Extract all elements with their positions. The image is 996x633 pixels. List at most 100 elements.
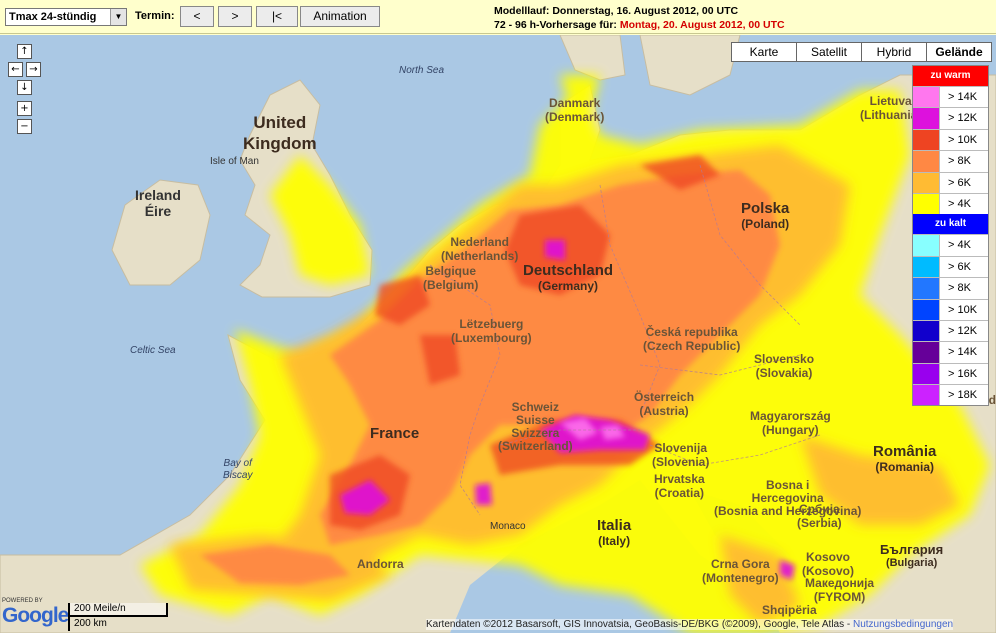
label-nederland: Nederland (Netherlands) xyxy=(441,235,518,263)
label-nederland-name: Nederland xyxy=(450,235,510,249)
label-magyarorszag: Magyarország (Hungary) xyxy=(750,409,831,437)
legend-warm-swatch xyxy=(913,108,940,129)
label-osterreich: Österreich (Austria) xyxy=(634,390,694,418)
legend-cold-label: > 10K xyxy=(948,303,978,316)
label-slovenija-name: Slovenija xyxy=(654,441,708,455)
label-makedonija: Македонија (FYROM) xyxy=(805,576,874,604)
pan-left-button[interactable]: ← xyxy=(8,62,23,77)
map-type-gelande[interactable]: Gelände xyxy=(926,42,992,62)
label-bay-of-biscay: Bay of Biscay xyxy=(223,458,252,482)
legend-warm-label: > 14K xyxy=(948,91,978,103)
pan-right-button[interactable]: → xyxy=(26,62,41,77)
map-type-karte[interactable]: Karte xyxy=(731,42,797,62)
label-nederland-sub: (Netherlands) xyxy=(441,249,519,263)
label-lietuva-name: Lietuva xyxy=(869,94,912,108)
previous-term-button[interactable]: < xyxy=(180,6,214,27)
label-belgique-sub: (Belgium) xyxy=(423,278,479,292)
label-hrvatska-name: Hrvatska xyxy=(654,472,705,486)
legend-warm-row: > 6K xyxy=(913,171,988,193)
label-hrvatska-sub: (Croatia) xyxy=(654,486,705,500)
label-ceska-name: Česká republika xyxy=(645,325,738,339)
legend-warm-label: > 8K xyxy=(948,155,971,168)
legend-cold-swatch xyxy=(913,320,940,342)
legend-cold-row: > 16K xyxy=(913,362,988,385)
label-bulgaria: България (Bulgaria) xyxy=(880,542,943,569)
google-wordmark: Google xyxy=(2,604,69,627)
legend-cold-swatch xyxy=(913,235,940,256)
legend-cold-label: > 16K xyxy=(948,367,978,380)
label-srbija-name: Србија xyxy=(798,502,840,516)
label-polska-sub: (Poland) xyxy=(741,217,790,231)
label-srbija: Србија (Serbia) xyxy=(797,502,842,530)
legend-warm-swatch xyxy=(913,151,940,172)
label-danmark-name: Danmark xyxy=(549,96,601,110)
label-crna-gora: Crna Gora (Montenegro) xyxy=(702,557,779,585)
label-polska-name: Polska xyxy=(741,200,790,217)
anomaly-legend: zu warm > 14K > 12K > 10K > 8K > 6K > 4K zu k… xyxy=(912,65,989,407)
legend-cold-swatch xyxy=(913,342,940,363)
label-slovensko-sub: (Slovakia) xyxy=(755,366,813,380)
pan-up-button[interactable]: ↑ xyxy=(17,44,32,59)
legend-warm-rows: > 14K > 12K > 10K > 8K > 6K > 4K xyxy=(913,86,988,215)
forecast-date: Montag, 20. August 2012, 00 UTC xyxy=(619,19,785,31)
legend-cold-label: > 6K xyxy=(948,260,971,273)
label-uk-line2: Kingdom xyxy=(243,134,317,153)
legend-cold-row: > 14K xyxy=(913,341,988,363)
legend-warm-label: > 6K xyxy=(948,176,971,189)
legend-warm-row: > 10K xyxy=(913,128,988,151)
first-term-button[interactable]: |< xyxy=(256,6,298,27)
map-canvas[interactable]: North Sea Danmark (Denmark) Lietuva (Lithu… xyxy=(0,35,996,633)
label-magyarorszag-name: Magyarország xyxy=(750,409,831,423)
label-belgique: Belgique (Belgium) xyxy=(423,264,478,292)
zoom-out-button[interactable]: − xyxy=(17,119,32,134)
chevron-down-icon[interactable]: ▼ xyxy=(110,9,126,25)
legend-cold-label: > 8K xyxy=(948,282,971,295)
map-type-satellit[interactable]: Satellit xyxy=(796,42,862,62)
label-magyarorszag-sub: (Hungary) xyxy=(762,423,819,437)
legend-warm-row: > 4K xyxy=(913,192,988,215)
copyright-text: Kartendaten ©2012 Basarsoft, GIS Innovat… xyxy=(426,619,851,630)
legend-cold-row: > 10K xyxy=(913,298,988,320)
label-schweiz: Schweiz Suisse Svizzera (Switzerland) xyxy=(498,401,573,453)
label-italia-sub: (Italy) xyxy=(598,534,631,548)
legend-cold-row: > 12K xyxy=(913,319,988,342)
label-isle-of-man: Isle of Man xyxy=(210,156,259,167)
scale-km: 200 km xyxy=(68,617,160,631)
legend-cold-swatch xyxy=(913,278,940,299)
label-letzebuerg: Lëtzebuerg (Luxembourg) xyxy=(451,317,532,345)
label-ceska: Česká republika (Czech Republic) xyxy=(643,325,740,353)
map-copyright: Kartendaten ©2012 Basarsoft, GIS Innovat… xyxy=(426,619,954,630)
forecast-line: 72 - 96 h-Vorhersage für: Montag, 20. Au… xyxy=(494,18,785,32)
legend-cold-swatch xyxy=(913,299,940,320)
label-bulgaria-sub: (Bulgaria) xyxy=(885,557,938,569)
label-letzebuerg-sub: (Luxembourg) xyxy=(451,331,532,345)
legend-warm-row: > 12K xyxy=(913,107,988,129)
legend-warm-label: > 10K xyxy=(948,133,978,146)
pan-down-button[interactable]: ↓ xyxy=(17,80,32,95)
legend-warm-row: > 8K xyxy=(913,150,988,172)
label-slovensko: Slovensko (Slovakia) xyxy=(754,352,814,380)
label-celtic-sea: Celtic Sea xyxy=(130,345,176,356)
top-toolbar: Tmax 24-stündig ▼ Termin: < > |< Animati… xyxy=(0,0,996,34)
google-logo: POWERED BY Google xyxy=(2,598,69,628)
map-type-hybrid[interactable]: Hybrid xyxy=(861,42,927,62)
animation-button[interactable]: Animation xyxy=(300,6,380,27)
next-term-button[interactable]: > xyxy=(218,6,252,27)
product-select-value: Tmax 24-stündig xyxy=(9,11,97,23)
zoom-in-button[interactable]: + xyxy=(17,101,32,116)
label-united-kingdom: United Kingdom xyxy=(243,112,317,154)
label-schweiz-sub: (Switzerland) xyxy=(498,439,573,453)
legend-cold-rows: > 4K > 6K > 8K > 10K > 12K > 14K > 16K > 18K xyxy=(913,234,988,406)
label-danmark: Danmark (Denmark) xyxy=(545,96,604,124)
terms-link[interactable]: Nutzungsbedingungen xyxy=(853,619,953,630)
label-ceska-sub: (Czech Republic) xyxy=(643,339,741,353)
label-slovenija: Slovenija (Slovenia) xyxy=(652,441,709,469)
legend-cold-swatch xyxy=(913,385,940,406)
label-kosovo: Kosovo (Kosovo) xyxy=(802,550,854,578)
product-select[interactable]: Tmax 24-stündig ▼ xyxy=(5,8,127,26)
label-slovensko-name: Slovensko xyxy=(754,352,815,366)
label-letzebuerg-name: Lëtzebuerg xyxy=(459,317,524,331)
label-italia: Italia (Italy) xyxy=(597,517,631,548)
forecast-prefix: 72 - 96 h-Vorhersage für: xyxy=(494,19,617,31)
legend-warm-swatch xyxy=(913,172,940,193)
